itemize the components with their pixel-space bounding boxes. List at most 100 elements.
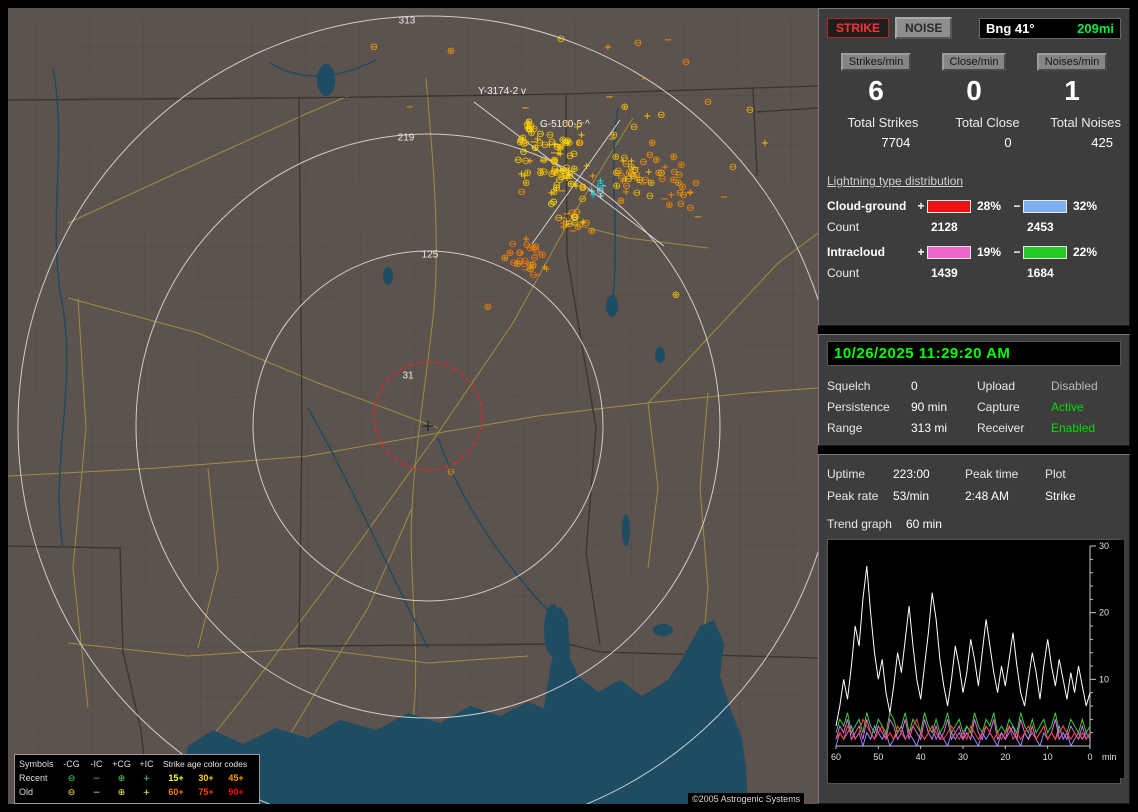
trend-panel: Uptime 223:00 Peak time Plot Peak rate 5…: [818, 454, 1130, 804]
legend-old-label: Old: [19, 787, 59, 797]
uptime-label: Uptime: [827, 467, 893, 481]
cg-minus-pct: 32%: [1067, 199, 1107, 213]
peak-rate-label: Peak rate: [827, 489, 893, 503]
storm-cell-label: G-5100-5 ^: [540, 119, 590, 130]
strikes-per-min-value: 6: [868, 77, 884, 105]
rate-headers: Strikes/min Close/min Noises/min: [827, 53, 1121, 71]
legend-recent-symbols: ⊖−⊕+: [59, 773, 159, 784]
bearing-display: Bng 41° 209mi: [979, 18, 1121, 39]
strikes-per-min-header[interactable]: Strikes/min: [841, 53, 911, 71]
intracloud-label: Intracloud: [827, 245, 915, 259]
svg-text:30: 30: [1099, 541, 1109, 551]
age-45: 45+: [221, 773, 251, 783]
upload-label: Upload: [977, 379, 1051, 393]
close-per-min-value: 0: [966, 77, 982, 105]
ic-plus-pct: 19%: [971, 245, 1011, 259]
legend-symbols-header: Symbols: [19, 759, 59, 769]
status-panel: 10/26/2025 11:29:20 AM Squelch 0 Upload …: [818, 334, 1130, 446]
svg-text:20: 20: [1000, 752, 1010, 762]
capture-value: Active: [1051, 400, 1117, 414]
legend-col-cg-plus: +CG: [109, 759, 134, 769]
peak-rate-value: 53/min: [893, 489, 965, 503]
cg-plus-icon: ⊕: [109, 788, 134, 798]
legend-recent-row: Recent ⊖−⊕+ 15+30+45+: [19, 771, 255, 785]
cloud-ground-count-row: Count 2128 2453: [827, 220, 1121, 234]
mode-row: STRIKE NOISE Bng 41° 209mi: [827, 17, 1121, 39]
legend-recent-label: Recent: [19, 773, 59, 783]
legend-old-symbols: ⊖−⊕+: [59, 787, 159, 798]
ic-minus-icon: −: [84, 774, 109, 784]
persistence-value: 90 min: [911, 400, 977, 414]
uptime-value: 223:00: [893, 467, 965, 481]
capture-label: Capture: [977, 400, 1051, 414]
bearing-value: Bng 41°: [986, 21, 1035, 36]
ic-minus-count: 1684: [1023, 266, 1107, 280]
totals-row: Total Strikes 7704 Total Close 0 Total N…: [827, 115, 1121, 150]
squelch-value: 0: [911, 379, 977, 393]
trend-header: Trend graph 60 min: [827, 517, 1121, 531]
total-close-value: 0: [928, 135, 1019, 150]
cg-plus-pct: 28%: [971, 199, 1011, 213]
age-60: 60+: [161, 787, 191, 797]
age-30: 30+: [191, 773, 221, 783]
lightning-map[interactable]: Y-3174-2 vG-5100-5 ^ ⊖⊖⊖⊖−−−⊖⊖⊖+⊕+⊖−⊕⊕⊖⊕…: [8, 8, 818, 804]
cloud-ground-label: Cloud-ground: [827, 199, 915, 213]
legend-old-ages: 60+75+90+: [159, 787, 255, 797]
count-label: Count: [827, 220, 915, 234]
count-label: Count: [827, 266, 915, 280]
total-close-label: Total Close: [928, 115, 1019, 130]
ic-minus-icon: −: [84, 788, 109, 798]
svg-text:10: 10: [1043, 752, 1053, 762]
plot-value: Strike: [1045, 489, 1105, 503]
ic-plus-icon: +: [134, 774, 159, 784]
minus-sign: −: [1011, 245, 1023, 259]
ic-plus-icon: +: [134, 788, 159, 798]
plus-sign: +: [915, 245, 927, 259]
rate-values: 6 0 1: [827, 77, 1121, 105]
total-noises: Total Noises 425: [1030, 115, 1121, 150]
intracloud-count-row: Count 1439 1684: [827, 266, 1121, 280]
svg-text:30: 30: [958, 752, 968, 762]
svg-text:20: 20: [1099, 608, 1109, 618]
cg-minus-bar: [1023, 200, 1067, 213]
squelch-label: Squelch: [827, 379, 911, 393]
storm-cell-label: Y-3174-2 v: [478, 86, 526, 97]
bearing-range: 209mi: [1077, 21, 1114, 36]
noises-per-min-header[interactable]: Noises/min: [1037, 53, 1107, 71]
minus-sign: −: [1011, 199, 1023, 213]
upload-value: Disabled: [1051, 379, 1117, 393]
total-noises-value: 425: [1030, 135, 1121, 150]
plot-label: Plot: [1045, 467, 1105, 481]
age-15: 15+: [161, 773, 191, 783]
peak-time-label: Peak time: [965, 467, 1045, 481]
legend-recent-ages: 15+30+45+: [159, 773, 255, 783]
svg-text:50: 50: [873, 752, 883, 762]
ic-minus-pct: 22%: [1067, 245, 1107, 259]
datetime-display: 10/26/2025 11:29:20 AM: [827, 341, 1121, 366]
intracloud-row: Intracloud + 19% − 22%: [827, 245, 1121, 259]
total-noises-label: Total Noises: [1030, 115, 1121, 130]
total-strikes: Total Strikes 7704: [827, 115, 918, 150]
range-value: 313 mi: [911, 421, 977, 435]
svg-text:10: 10: [1099, 674, 1109, 684]
total-strikes-label: Total Strikes: [827, 115, 918, 130]
cg-minus-icon: ⊖: [59, 774, 84, 784]
trend-chart-container: 1020306050403020100min: [827, 539, 1121, 784]
cg-plus-count: 2128: [927, 220, 1011, 234]
svg-text:min: min: [1102, 752, 1117, 762]
trend-window-value: 60 min: [906, 517, 942, 531]
noise-mode-button[interactable]: NOISE: [895, 17, 952, 39]
strike-stats-panel: STRIKE NOISE Bng 41° 209mi Strikes/min C…: [818, 8, 1130, 326]
legend-header-row: Symbols -CG -IC +CG +IC Strike age color…: [19, 757, 255, 771]
trend-graph-label: Trend graph: [827, 517, 892, 531]
map-graphics: Y-3174-2 v G-5100-5 ^: [8, 8, 818, 804]
svg-text:40: 40: [916, 752, 926, 762]
close-per-min-header[interactable]: Close/min: [942, 53, 1007, 71]
ic-plus-count: 1439: [927, 266, 1011, 280]
cloud-ground-row: Cloud-ground + 28% − 32%: [827, 199, 1121, 213]
strike-mode-button[interactable]: STRIKE: [827, 18, 889, 38]
distribution-title: Lightning type distribution: [827, 174, 1121, 188]
total-strikes-value: 7704: [827, 135, 918, 150]
cg-plus-icon: ⊕: [109, 774, 134, 784]
session-stats: Uptime 223:00 Peak time Plot Peak rate 5…: [827, 467, 1121, 503]
